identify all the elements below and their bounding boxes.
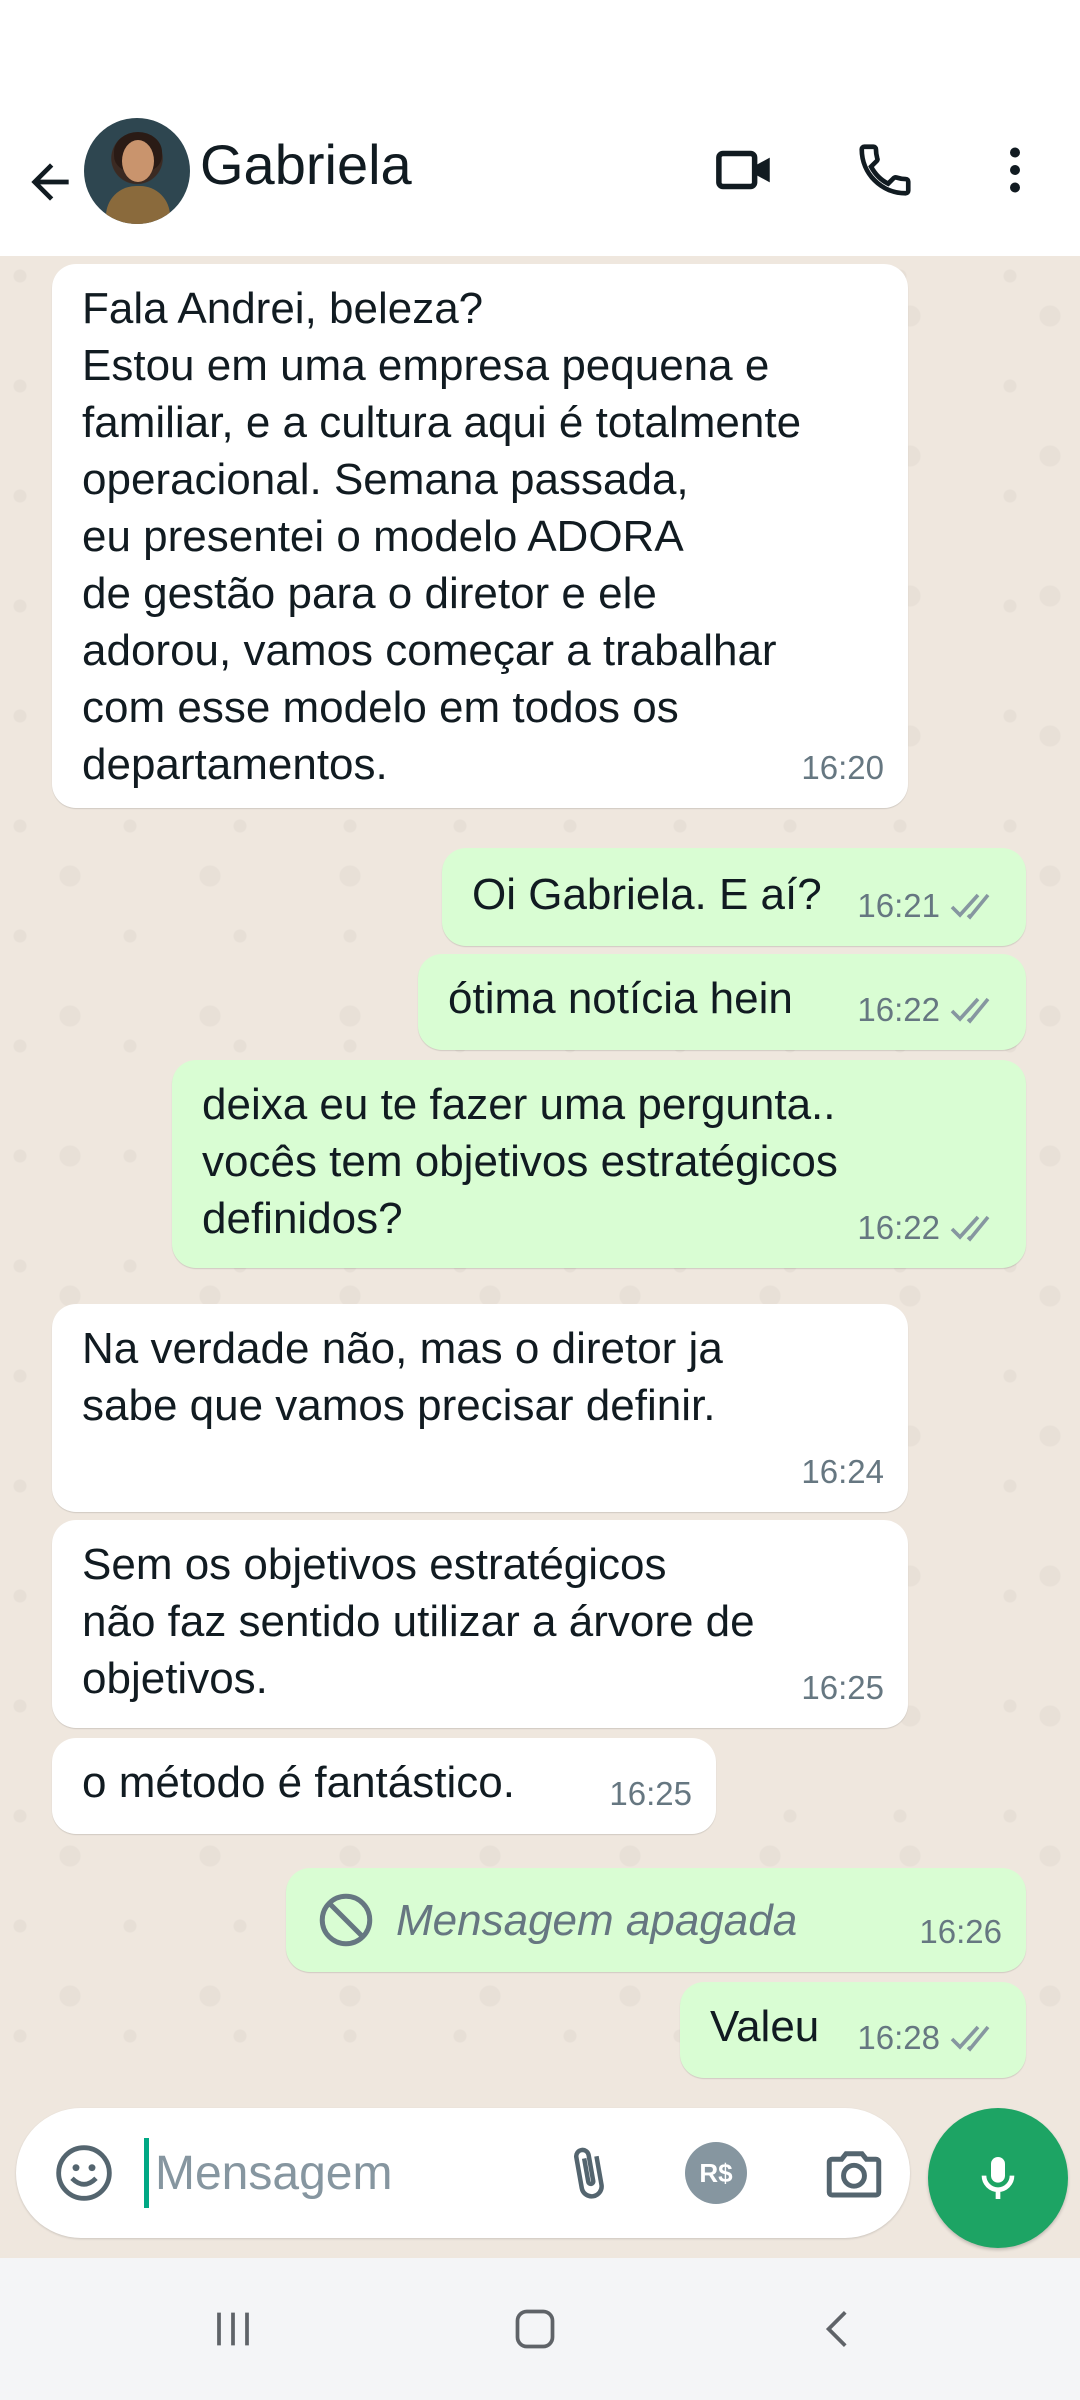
message-time: 16:22	[857, 991, 940, 1028]
message-time: 16:25	[801, 1669, 884, 1706]
message-incoming[interactable]: Fala Andrei, beleza? Estou em uma empres…	[52, 264, 908, 808]
voice-message-button[interactable]	[928, 2108, 1068, 2248]
back-arrow-icon	[31, 163, 69, 201]
camera-icon	[826, 2151, 882, 2198]
read-ticks-icon	[950, 997, 990, 1024]
phone-call-icon	[859, 144, 911, 196]
message-time: 16:28	[857, 2019, 940, 2056]
recent-apps-button[interactable]	[188, 2294, 278, 2364]
chevron-left-icon	[825, 2311, 847, 2347]
home-icon	[515, 2309, 555, 2349]
message-meta: 16:28	[857, 2009, 1002, 2066]
chat-area[interactable]: Fala Andrei, beleza? Estou em uma empres…	[0, 256, 1080, 2108]
message-input-container: R$	[16, 2108, 910, 2238]
message-outgoing[interactable]: deixa eu te fazer uma pergunta.. vocês t…	[172, 1060, 1026, 1268]
message-incoming[interactable]: o método é fantástico. 16:25	[52, 1738, 716, 1834]
more-options-button[interactable]	[985, 130, 1045, 210]
message-text: Fala Andrei, beleza? Estou em uma empres…	[82, 284, 802, 789]
recent-apps-icon	[217, 2312, 249, 2346]
message-meta: 16:26	[919, 1903, 1002, 1960]
read-ticks-icon	[950, 893, 990, 920]
deleted-text: Mensagem apagada	[396, 1895, 798, 1945]
home-button[interactable]	[490, 2294, 580, 2364]
message-meta: 16:21	[857, 877, 1002, 934]
message-meta: 16:24	[801, 1443, 884, 1500]
contact-name[interactable]: Gabriela	[200, 132, 412, 197]
message-time: 16:20	[801, 749, 884, 786]
camera-button[interactable]	[814, 2133, 894, 2213]
deleted-message: Mensagem apagada	[316, 1890, 996, 1950]
message-meta: 16:22	[857, 1199, 1002, 1256]
system-navigation-bar	[0, 2258, 1080, 2400]
message-time: 16:21	[857, 887, 940, 924]
message-outgoing-deleted[interactable]: Mensagem apagada 16:26	[286, 1868, 1026, 1972]
message-text: Na verdade não, mas o diretor ja sabe qu…	[82, 1324, 723, 1430]
message-text: o método é fantástico.	[82, 1758, 515, 1807]
message-outgoing[interactable]: Oi Gabriela. E aí? 16:21	[442, 848, 1026, 946]
message-time: 16:22	[857, 1209, 940, 1246]
message-time: 16:24	[801, 1453, 884, 1490]
status-bar	[0, 0, 1080, 110]
video-call-button[interactable]	[700, 130, 790, 210]
read-ticks-icon	[950, 1215, 990, 1242]
message-meta: 16:22	[857, 981, 1002, 1038]
message-input[interactable]	[144, 2138, 524, 2208]
voice-call-button[interactable]	[840, 130, 930, 210]
payment-button[interactable]: R$	[676, 2133, 756, 2213]
video-call-icon	[716, 150, 770, 190]
message-outgoing[interactable]: Valeu 16:28	[680, 1982, 1026, 2078]
message-text: Sem os objetivos estratégicos não faz se…	[82, 1540, 755, 1703]
payment-icon: R$	[685, 2142, 747, 2204]
message-time: 16:26	[919, 1913, 1002, 1950]
emoji-button[interactable]	[44, 2133, 124, 2213]
message-meta: 16:20	[801, 739, 884, 796]
message-meta: 16:25	[801, 1659, 884, 1716]
message-incoming[interactable]: Sem os objetivos estratégicos não faz se…	[52, 1520, 908, 1728]
more-options-icon	[1010, 147, 1020, 193]
message-time: 16:25	[609, 1775, 692, 1812]
message-outgoing[interactable]: ótima notícia hein 16:22	[418, 954, 1026, 1050]
message-composer: R$	[0, 2108, 1080, 2258]
message-meta: 16:25	[609, 1765, 692, 1822]
system-back-button[interactable]	[794, 2294, 884, 2364]
read-ticks-icon	[950, 2025, 990, 2052]
emoji-icon	[56, 2145, 112, 2201]
deleted-icon	[319, 1893, 373, 1947]
attach-button[interactable]	[548, 2133, 628, 2213]
message-incoming[interactable]: Na verdade não, mas o diretor ja sabe qu…	[52, 1304, 908, 1512]
microphone-icon	[981, 2157, 1015, 2199]
paperclip-icon	[574, 2147, 604, 2199]
back-button[interactable]	[16, 142, 84, 222]
avatar[interactable]	[84, 118, 190, 224]
